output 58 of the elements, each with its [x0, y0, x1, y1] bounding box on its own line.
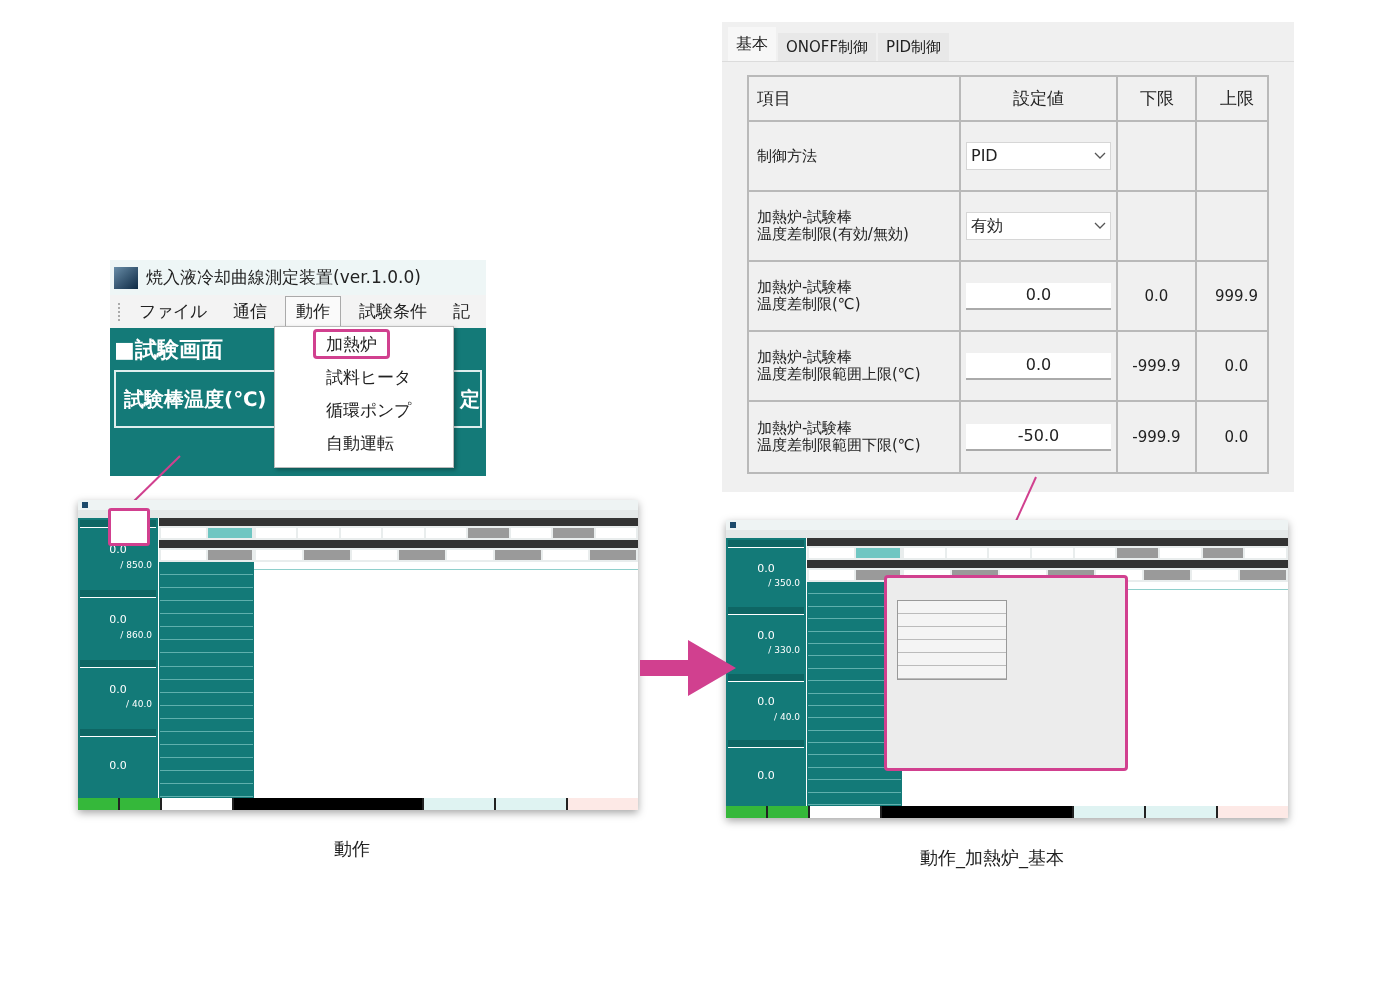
temperature-limit: / 330.0: [768, 644, 801, 658]
dropdown-item[interactable]: 循環ポンプ: [313, 396, 424, 425]
figure-caption: 動作_加熱炉_基本: [920, 846, 1064, 871]
app-icon: [730, 522, 736, 528]
tab[interactable]: PID制御: [878, 33, 950, 61]
input-field[interactable]: 0.0: [966, 352, 1111, 380]
chevron-down-icon: [1094, 222, 1106, 230]
panel-label-cut: 定: [460, 386, 480, 413]
grip-icon: [118, 302, 121, 321]
menu-item[interactable]: 通信: [225, 296, 275, 327]
temperature-reading: 0.0: [757, 627, 775, 644]
lower-limit: 0.0: [1144, 285, 1169, 307]
temperature-reading: 0.0: [109, 612, 127, 629]
column-header: 設定値: [1013, 86, 1064, 110]
column-header: 下限: [1139, 86, 1174, 110]
setting-label: 加熱炉-試験棒 温度差制限(有効/無効): [757, 209, 909, 243]
column-header: 項目: [757, 86, 791, 110]
app-icon: [82, 502, 88, 508]
setting-label: 加熱炉-試験棒 温度差制限範囲上限(℃): [757, 349, 921, 383]
temperature-limit: / 850.0: [120, 558, 153, 572]
temperature-limit: / 40.0: [774, 710, 801, 724]
menu-item[interactable]: ファイル: [131, 296, 215, 327]
menu-item[interactable]: 記: [445, 296, 478, 327]
upper-limit: 0.0: [1224, 355, 1249, 377]
upper-limit: 0.0: [1224, 426, 1249, 448]
temperature-limit: / 860.0: [120, 628, 153, 642]
right-arrow-icon: [640, 640, 736, 696]
setting-label: 加熱炉-試験棒 温度差制限範囲下限(℃): [757, 420, 921, 454]
figure-caption: 動作: [334, 837, 370, 861]
temperature-reading: 0.0: [109, 758, 127, 775]
tab[interactable]: 基本: [728, 27, 776, 61]
temperature-limit: / 350.0: [768, 577, 801, 591]
lower-limit: -999.9: [1132, 426, 1181, 448]
setting-label: 制御方法: [757, 147, 817, 165]
setting-label: 加熱炉-試験棒 温度差制限(℃): [757, 279, 861, 313]
temperature-reading: 0.0: [757, 694, 775, 711]
dropdown[interactable]: PID: [966, 142, 1111, 170]
temperature-reading: 0.0: [109, 681, 127, 698]
input-field[interactable]: 0.0: [966, 282, 1111, 310]
app-icon: [114, 266, 138, 289]
window-title: 焼入液冷却曲線測定装置(ver.1.0.0): [146, 265, 421, 289]
menu-item[interactable]: 動作: [285, 296, 341, 327]
dropdown[interactable]: 有効: [966, 212, 1111, 240]
panel-label: 試験棒温度(℃): [124, 386, 267, 413]
dropdown-item[interactable]: 加熱炉: [313, 329, 390, 359]
chevron-down-icon: [1094, 152, 1106, 160]
temperature-reading: 0.0: [757, 560, 775, 577]
temperature-limit: / 40.0: [126, 698, 153, 712]
column-header: 上限: [1219, 86, 1254, 110]
lower-limit: -999.9: [1132, 355, 1181, 377]
menu-item[interactable]: 試験条件: [351, 296, 435, 327]
upper-limit: 999.9: [1215, 285, 1258, 307]
dropdown-item[interactable]: 自動運転: [313, 429, 407, 458]
tab[interactable]: ONOFF制御: [778, 33, 877, 61]
temperature-reading: 0.0: [757, 767, 775, 784]
dropdown-item[interactable]: 試料ヒータ: [313, 363, 424, 392]
screen-title: ■試験画面: [114, 335, 223, 364]
input-field[interactable]: -50.0: [966, 423, 1111, 451]
